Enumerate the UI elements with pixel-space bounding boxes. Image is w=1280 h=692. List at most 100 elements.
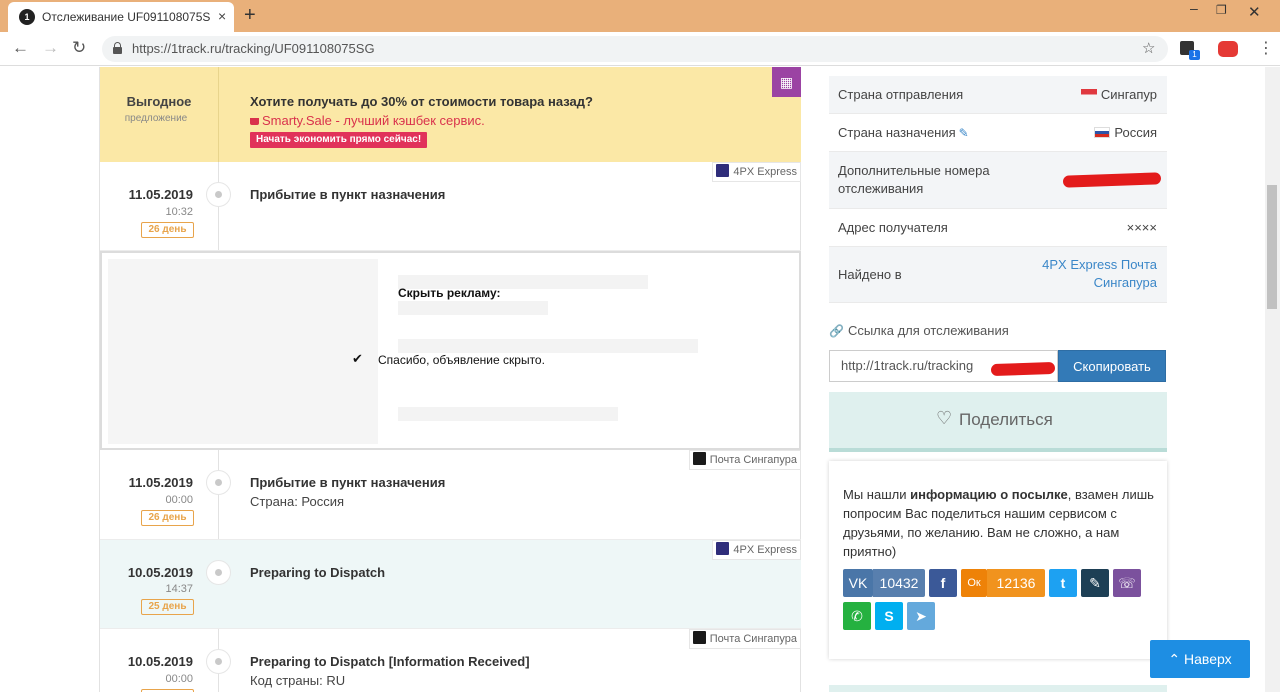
- carrier-name: Почта Сингапура: [709, 454, 797, 466]
- event-day-badge: 26 день: [141, 222, 194, 238]
- info-label: Найдено в: [838, 267, 902, 282]
- tracking-link-label: 🔗 Ссылка для отслеживания: [829, 323, 1009, 338]
- vk-share-count: 10432: [873, 569, 925, 597]
- basket-icon[interactable]: ▦: [772, 67, 801, 97]
- timeline-dot: [206, 560, 231, 585]
- info-label: Страна назначения ✎: [838, 124, 969, 142]
- share-card: Мы нашли информацию о посылке, взамен ли…: [829, 461, 1167, 659]
- info-label: Дополнительные номера отслеживания: [838, 163, 990, 196]
- event-day-badge: 25 день: [141, 599, 194, 615]
- ad-ghost-line: [398, 407, 618, 421]
- timeline-event: 4PX Express 10.05.2019 14:37 25 день Pre…: [100, 540, 801, 629]
- event-date: 11.05.2019: [128, 475, 193, 490]
- redaction-mark: [1062, 172, 1162, 188]
- singpost-logo-icon: [692, 452, 706, 465]
- event-time: 00:00: [165, 494, 193, 506]
- ad-hidden-message: Спасибо, объявление скрыто.: [378, 353, 545, 367]
- address-bar-url[interactable]: https://1track.ru/tracking/UF091108075SG: [132, 41, 375, 56]
- scroll-to-top-button[interactable]: ⌃ Наверх: [1150, 640, 1250, 678]
- event-time: 00:00: [165, 673, 193, 685]
- timeline-dot: [206, 182, 231, 207]
- whatsapp-icon[interactable]: ✆: [843, 602, 871, 630]
- browser-toolbar: ← → ↻ https://1track.ru/tracking/UF09110…: [0, 32, 1280, 66]
- extension-badge: 1: [1189, 50, 1200, 60]
- back-arrow-icon[interactable]: ←: [12, 38, 29, 58]
- promo-headline: Хотите получать до 30% от стоимости това…: [250, 94, 593, 109]
- event-time: 10:32: [165, 206, 193, 218]
- 4px-logo-icon: [716, 542, 730, 555]
- carrier-name: Почта Сингапура: [709, 633, 797, 645]
- info-row-destination: Страна назначения ✎ Россия: [829, 114, 1167, 152]
- lock-icon: [113, 42, 122, 54]
- browser-tabbar: 1 Отслеживание UF091108075SG × + – ❐ ✕: [0, 0, 1280, 32]
- odnoklassniki-icon[interactable]: Ок: [961, 569, 987, 597]
- event-subtitle: Код страны: RU: [250, 673, 346, 688]
- browser-tab-active[interactable]: 1 Отслеживание UF091108075SG ×: [8, 2, 234, 32]
- bookmark-star-icon[interactable]: ☆: [1142, 39, 1155, 57]
- facebook-icon[interactable]: f: [929, 569, 957, 597]
- new-tab-button[interactable]: +: [244, 4, 256, 27]
- event-subtitle: Страна: Россия: [250, 494, 345, 509]
- vk-icon[interactable]: VK: [843, 569, 873, 597]
- livejournal-icon[interactable]: ✎: [1081, 569, 1109, 597]
- share-button[interactable]: ♡ Поделиться: [829, 392, 1167, 452]
- ok-share-count: 12136: [987, 569, 1045, 597]
- info-row-origin: Страна отправления Сингапур: [829, 76, 1167, 114]
- carrier-tag: 4PX Express: [712, 540, 801, 560]
- heart-icon: ♡: [936, 408, 953, 428]
- info-row-address: Адрес получателя ××××: [829, 209, 1167, 247]
- promo-cta-button[interactable]: Начать экономить прямо сейчас!: [250, 132, 428, 148]
- edit-icon[interactable]: ✎: [959, 124, 969, 142]
- event-title: Preparing to Dispatch [Information Recei…: [250, 654, 530, 669]
- share-text-bold: информацию о посылке: [910, 487, 1068, 502]
- forward-arrow-icon[interactable]: →: [42, 38, 59, 58]
- twitter-icon[interactable]: t: [1049, 569, 1077, 597]
- window-minimize-button[interactable]: –: [1190, 0, 1198, 16]
- site-favicon-icon: 1: [19, 9, 35, 25]
- page-content: Выгодное предложение Хотите получать до …: [0, 67, 1280, 692]
- reload-icon[interactable]: ↻: [72, 38, 86, 58]
- window-close-button[interactable]: ✕: [1248, 3, 1261, 21]
- carrier-tag: 4PX Express: [712, 162, 801, 182]
- skype-icon[interactable]: S: [875, 602, 903, 630]
- event-day-badge: 26 день: [141, 510, 194, 526]
- promo-subline-text: Smarty.Sale - лучший кэшбек сервис.: [262, 113, 485, 128]
- destination-country: Россия: [1114, 125, 1157, 140]
- extension-red-icon[interactable]: [1218, 41, 1238, 57]
- hidden-ad-block: Скрыть рекламу: ✔ Спасибо, объявление ск…: [100, 251, 801, 450]
- info-row-found-in: Найдено в 4PX Express Почта Сингапура: [829, 247, 1167, 303]
- tab-title: Отслеживание UF091108075SG: [42, 10, 210, 24]
- event-title: Прибытие в пункт назначения: [250, 187, 446, 202]
- scroll-to-top-label: Наверх: [1184, 651, 1232, 667]
- copy-button[interactable]: Скопировать: [1058, 350, 1166, 382]
- viber-icon[interactable]: ☏: [1113, 569, 1141, 597]
- page-scrollbar[interactable]: [1265, 67, 1280, 692]
- cart-icon: [250, 118, 259, 125]
- timeline-event: Почта Сингапура 10.05.2019 00:00 Prepari…: [100, 629, 801, 692]
- info-label: Адрес получателя: [838, 220, 948, 235]
- event-date: 10.05.2019: [127, 654, 193, 669]
- scrollbar-thumb[interactable]: [1267, 185, 1277, 309]
- promo-divider: [218, 67, 219, 162]
- info-value: ××××: [1126, 220, 1157, 235]
- ad-ghost-line: [398, 339, 698, 353]
- carrier-name: 4PX Express: [733, 544, 797, 556]
- ad-ghost-line: [398, 301, 548, 315]
- event-date: 10.05.2019: [127, 565, 193, 580]
- promo-subline[interactable]: Smarty.Sale - лучший кэшбек сервис.: [250, 113, 485, 128]
- tab-close-icon[interactable]: ×: [218, 8, 226, 24]
- found-in-value[interactable]: 4PX Express Почта Сингапура: [1017, 256, 1157, 292]
- telegram-icon[interactable]: ➤: [907, 602, 935, 630]
- hide-ad-label: Скрыть рекламу:: [398, 286, 501, 300]
- address-bar[interactable]: https://1track.ru/tracking/UF091108075SG…: [102, 36, 1168, 62]
- browser-menu-icon[interactable]: ⋮: [1258, 38, 1274, 58]
- window-restore-button[interactable]: ❐: [1216, 3, 1227, 17]
- 4px-logo-icon: [716, 164, 730, 177]
- link-icon: 🔗: [829, 324, 844, 338]
- origin-country: Сингапур: [1100, 87, 1157, 102]
- singpost-logo-icon: [692, 631, 706, 644]
- cashback-promo-banner[interactable]: Выгодное предложение Хотите получать до …: [100, 67, 801, 162]
- singapore-flag-icon: [1080, 89, 1097, 100]
- tracking-link-value: http://1track.ru/tracking: [841, 358, 974, 373]
- info-value: Россия: [1094, 124, 1157, 142]
